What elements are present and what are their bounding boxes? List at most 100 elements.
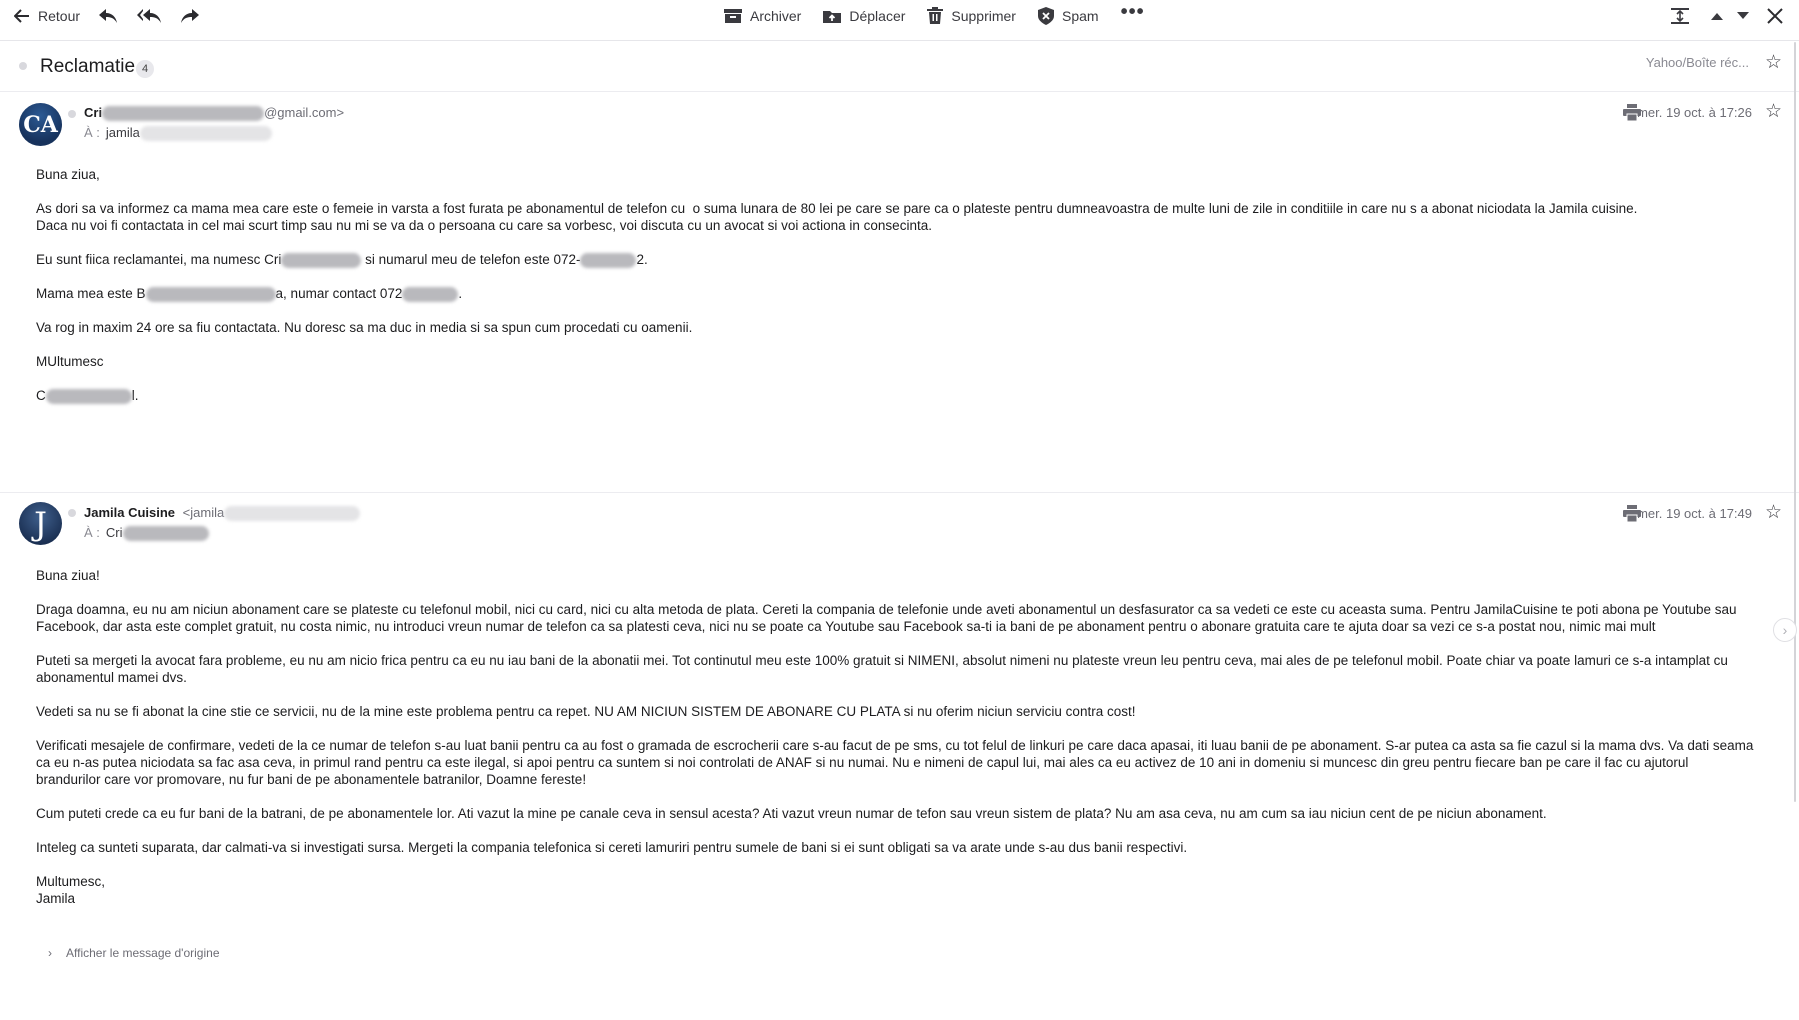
body-paragraph: Eu sunt fiica reclamantei, ma numesc Cri… <box>36 251 1756 268</box>
message-star-icon[interactable]: ☆ <box>1765 501 1782 524</box>
body-paragraph: Puteti sa mergeti la avocat fara problem… <box>36 653 1732 685</box>
to-label: À : <box>84 125 100 140</box>
text-fragment: C <box>36 388 46 403</box>
spam-button[interactable]: Spam <box>1037 6 1099 25</box>
message-item: J Jamila Cuisine <jamila À : Cri mer. 19 … <box>0 493 1799 953</box>
reply-icon <box>98 8 118 24</box>
message-count-badge: 4 <box>136 60 154 78</box>
back-label: Retour <box>38 7 81 24</box>
close-icon <box>1767 7 1783 24</box>
more-dots-icon: ••• <box>1120 1 1145 23</box>
message-date: mer. 19 oct. à 17:26 <box>1637 105 1752 120</box>
show-original-link[interactable]: › Afficher le message d'origine <box>48 946 220 960</box>
redacted-block <box>139 126 272 142</box>
body-paragraph: MUltumesc <box>36 354 104 369</box>
redacted-block <box>580 252 637 268</box>
sender-email: <jamila <box>182 505 225 520</box>
message-body: Buna ziua, As dori sa va informez ca mam… <box>36 166 1756 421</box>
text-fragment: . <box>458 286 463 301</box>
chevron-right-icon: › <box>48 946 52 960</box>
redacted-block <box>224 506 361 522</box>
body-greeting: Buna ziua! <box>36 568 100 583</box>
show-original-label: Afficher le message d'origine <box>66 946 220 960</box>
message-star-icon[interactable]: ☆ <box>1765 100 1782 123</box>
thread-header: Reclamatie 4 Yahoo/Boîte réc... ☆ <box>0 42 1799 92</box>
recipient-name: jamila <box>105 125 140 140</box>
reply-button[interactable] <box>98 8 118 24</box>
move-button[interactable]: Déplacer <box>823 8 905 24</box>
scrollbar[interactable] <box>1794 42 1796 802</box>
body-greeting: Buna ziua, <box>36 167 100 182</box>
close-button[interactable] <box>1767 7 1783 24</box>
read-indicator[interactable] <box>68 110 76 118</box>
thread-read-indicator[interactable] <box>19 62 27 70</box>
sender-avatar[interactable]: J <box>19 502 62 545</box>
delete-label: Supprimer <box>951 7 1016 24</box>
sender-avatar[interactable]: CA <box>19 103 62 146</box>
move-label: Déplacer <box>849 7 906 24</box>
body-paragraph: Inteleg ca sunteti suparata, dar calmati… <box>36 840 1188 855</box>
folder-path[interactable]: Yahoo/Boîte réc... <box>1646 55 1749 70</box>
body-paragraph: Verificati mesajele de confirmare, vedet… <box>36 738 1758 787</box>
trash-icon <box>927 7 944 24</box>
message-date: mer. 19 oct. à 17:49 <box>1637 506 1752 521</box>
previous-message-button[interactable] <box>1711 12 1723 20</box>
thread-star-icon[interactable]: ☆ <box>1765 51 1782 74</box>
body-signature: Cl. <box>36 387 1756 404</box>
archive-label: Archiver <box>750 7 802 24</box>
redacted-block <box>102 106 265 122</box>
forward-button[interactable] <box>180 8 200 24</box>
thread-subject: Reclamatie <box>40 56 136 77</box>
text-fragment: a, numar contact 072 <box>275 286 403 301</box>
caret-up-icon <box>1711 12 1723 20</box>
redacted-block <box>122 526 209 542</box>
body-closing: Multumesc, Jamila <box>36 874 106 906</box>
message-body: Buna ziua! Draga doamna, eu nu am niciun… <box>36 567 1756 924</box>
text-fragment: Eu sunt fiica reclamantei, ma numesc Cri <box>36 252 282 267</box>
body-paragraph: As dori sa va informez ca mama mea care … <box>36 201 1638 233</box>
sender-line[interactable]: Jamila Cuisine <jamila <box>84 505 361 522</box>
caret-down-icon <box>1737 11 1749 20</box>
redacted-block <box>45 388 132 404</box>
message-item: CA Cri @gmail.com> À : jamila mer. 19 oct.… <box>0 92 1799 492</box>
reply-all-icon <box>136 8 162 24</box>
toolbar-right <box>1671 0 1783 31</box>
delete-button[interactable]: Supprimer <box>927 7 1016 24</box>
arrow-left-icon <box>14 8 30 23</box>
reply-all-button[interactable] <box>136 8 162 24</box>
redacted-block <box>402 286 459 302</box>
expand-collapse-button[interactable] <box>1671 7 1689 25</box>
recipient-line[interactable]: À : jamila <box>84 125 272 142</box>
avatar-initials: CA <box>23 111 58 138</box>
body-paragraph: Vedeti sa nu se fi abonat la cine stie c… <box>36 704 1136 719</box>
toolbar-left: Retour <box>14 0 200 31</box>
move-folder-icon <box>823 8 842 24</box>
to-label: À : <box>84 525 100 540</box>
text-fragment: si numarul meu de telefon este 072- <box>361 252 581 267</box>
body-paragraph: Draga doamna, eu nu am niciun abonament … <box>36 602 1741 634</box>
body-paragraph: Cum puteti crede ca eu fur bani de la ba… <box>36 806 1547 821</box>
archive-icon <box>724 8 742 24</box>
back-button[interactable]: Retour <box>14 8 80 24</box>
read-indicator[interactable] <box>68 509 76 517</box>
recipient-line[interactable]: À : Cri <box>84 525 209 542</box>
text-fragment: l. <box>131 388 139 403</box>
archive-button[interactable]: Archiver <box>724 8 801 24</box>
shield-icon <box>1037 6 1054 25</box>
toolbar-center: Archiver Déplacer Supprimer Spam ••• <box>724 0 1145 31</box>
next-message-button[interactable] <box>1737 11 1749 20</box>
body-paragraph: Mama mea este B a, numar contact 072. <box>36 285 1756 302</box>
text-fragment: 2. <box>636 252 648 267</box>
forward-icon <box>180 8 200 24</box>
side-next-button[interactable]: › <box>1773 618 1797 642</box>
chevron-right-icon: › <box>1782 622 1788 638</box>
message-toolbar: Retour Archiver Déplacer Supprimer Spam … <box>0 0 1799 41</box>
sender-line[interactable]: Cri @gmail.com> <box>84 105 344 122</box>
text-fragment: Mama mea este B <box>36 286 146 301</box>
sender-name: Cri <box>84 105 103 120</box>
redacted-block <box>281 252 362 268</box>
more-actions-button[interactable]: ••• <box>1121 1 1145 24</box>
body-paragraph: Va rog in maxim 24 ore sa fiu contactata… <box>36 320 693 335</box>
sender-name: Jamila Cuisine <box>84 505 176 520</box>
redacted-block <box>145 286 276 302</box>
